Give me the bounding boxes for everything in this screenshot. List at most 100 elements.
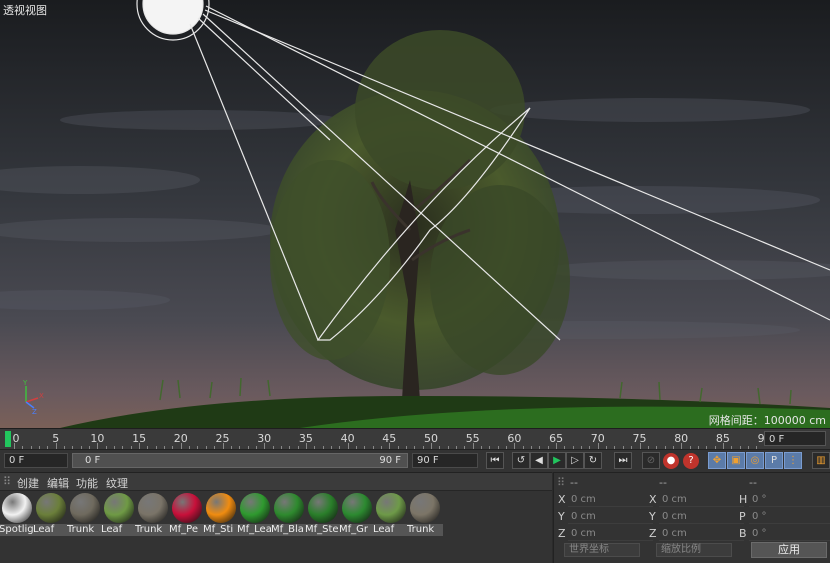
record-icon[interactable]: ● [663,453,679,469]
axis-label: Y [558,510,565,523]
pos-x-field[interactable]: 0 cm [568,493,653,507]
rot-p-field[interactable]: 0 ° [749,510,830,524]
svg-text:Y: Y [22,379,28,387]
size-y-field[interactable]: 0 cm [659,510,744,524]
param-key-icon[interactable]: P [765,452,783,469]
film-strip-icon[interactable]: ▥ [812,452,830,469]
rot-h-row: H0 ° [739,493,830,507]
help-icon[interactable]: ? [683,453,699,469]
menu-edit[interactable]: 编辑 [47,475,69,491]
prev-key-icon[interactable]: ↺ [512,452,530,469]
material-name: Leaf [33,524,69,536]
move-key-icon[interactable]: ✥ [708,452,726,469]
material-name: Leaf [373,524,409,536]
position-header: -- [570,476,578,489]
goto-start-icon[interactable]: ⏮ [486,452,504,469]
material-swatch[interactable]: Leaf [33,493,69,537]
frame-range-slider[interactable]: 0 F 90 F [72,453,408,468]
material-name: Trunk [67,524,103,536]
pos-y-field[interactable]: 0 cm [568,510,653,524]
material-name: Leaf [101,524,137,536]
material-preview-ball [274,493,304,523]
material-swatch[interactable]: Leaf [373,493,409,537]
material-preview-ball [138,493,168,523]
material-swatch[interactable]: Mf_Sti [203,493,239,537]
axis-label: H [739,493,748,506]
material-preview-ball [36,493,66,523]
rot-b-field[interactable]: 0 ° [749,527,830,541]
material-swatch[interactable]: Mf_Lea [237,493,273,537]
material-name: Mf_Gr [339,524,375,536]
step-forward-icon[interactable]: ▷ [566,452,584,469]
material-swatch[interactable]: Leaf [101,493,137,537]
axis-label: P [739,510,746,523]
pos-z-field[interactable]: 0 cm [568,527,653,541]
axis-gizmo-icon: Y X Z [22,379,44,414]
material-swatch[interactable]: Mf_Gr [339,493,375,537]
scale-mode-select[interactable]: 缩放比例 [656,543,732,557]
coordinates-panel: ⠿ -- -- -- X0 cm Y0 cm Z0 cm X0 cm Y0 cm… [553,472,830,563]
material-swatch[interactable]: Trunk [67,493,103,537]
transport-bar: 0 F 0 F 90 F 90 F ⏮ ↺ ◀ ▶ ▷ ↻ ⏭ ⊘ ● ? ✥ … [0,449,830,472]
material-swatch[interactable]: Mf_Ste [305,493,341,537]
record-disabled-icon[interactable]: ⊘ [642,452,660,469]
pos-z-row: Z0 cm [558,527,653,541]
material-swatch[interactable]: Trunk [135,493,171,537]
material-preview-ball [376,493,406,523]
material-preview-ball [342,493,372,523]
material-name: Trunk [135,524,171,536]
material-menu-bar: ⠿ 创建 编辑 功能 纹理 [0,473,552,491]
coord-system-select[interactable]: 世界坐标 [564,543,640,557]
material-name: Mf_Sti [203,524,239,536]
scene-render [0,0,830,428]
svg-text:X: X [39,392,44,400]
material-name: Mf_Bla [271,524,307,536]
step-back-icon[interactable]: ◀ [530,452,548,469]
material-swatch[interactable]: Trunk [407,493,443,537]
size-x-row: X0 cm [649,493,744,507]
material-preview-ball [410,493,440,523]
perspective-viewport[interactable]: 透视视图 网格间距：100000 cm Y X Z [0,0,830,428]
axis-label: Z [649,527,657,540]
size-z-field[interactable]: 0 cm [659,527,744,541]
axis-label: B [739,527,747,540]
material-swatch[interactable]: Mf_Pe [169,493,205,537]
rot-h-field[interactable]: 0 ° [749,493,830,507]
material-name: Mf_Pe [169,524,205,536]
axis-label: X [558,493,566,506]
material-preview-ball [70,493,100,523]
material-name: Mf_Ste [305,524,341,536]
grid-key-icon[interactable]: ⋮ [784,452,802,469]
size-x-field[interactable]: 0 cm [659,493,744,507]
timeline-ruler[interactable]: 051015202530354045505560657075808590 0 F [0,428,830,449]
material-swatch[interactable]: Mf_Bla [271,493,307,537]
apply-button[interactable]: 应用 [751,542,827,558]
material-preview-ball [206,493,236,523]
rotation-header: -- [749,476,757,489]
next-key-icon[interactable]: ↻ [584,452,602,469]
material-name: Spotlight [0,524,35,536]
viewport-label: 透视视图 [3,4,47,17]
rotate-key-icon[interactable]: ◎ [746,452,764,469]
pos-x-row: X0 cm [558,493,653,507]
range-start-label: 0 F [85,455,101,466]
size-z-row: Z0 cm [649,527,744,541]
range-end-label: 90 F [379,455,401,466]
material-preview-ball [308,493,338,523]
end-frame-field[interactable]: 90 F [412,453,478,468]
menu-texture[interactable]: 纹理 [106,475,128,491]
material-name: Trunk [407,524,443,536]
menu-function[interactable]: 功能 [76,475,98,491]
axis-label: Z [558,527,566,540]
material-preview-ball [172,493,202,523]
menu-create[interactable]: 创建 [17,475,39,491]
current-frame-field[interactable]: 0 F [764,431,826,446]
material-manager: ⠿ 创建 编辑 功能 纹理 SpotlightLeafTrunkLeafTrun… [0,472,552,563]
playhead[interactable] [5,431,11,447]
goto-end-icon[interactable]: ⏭ [614,452,632,469]
start-frame-field[interactable]: 0 F [4,453,68,468]
scale-key-icon[interactable]: ▣ [727,452,745,469]
play-icon[interactable]: ▶ [548,452,566,469]
grip-icon: ⠿ [3,475,12,488]
material-swatch[interactable]: Spotlight [0,493,35,537]
